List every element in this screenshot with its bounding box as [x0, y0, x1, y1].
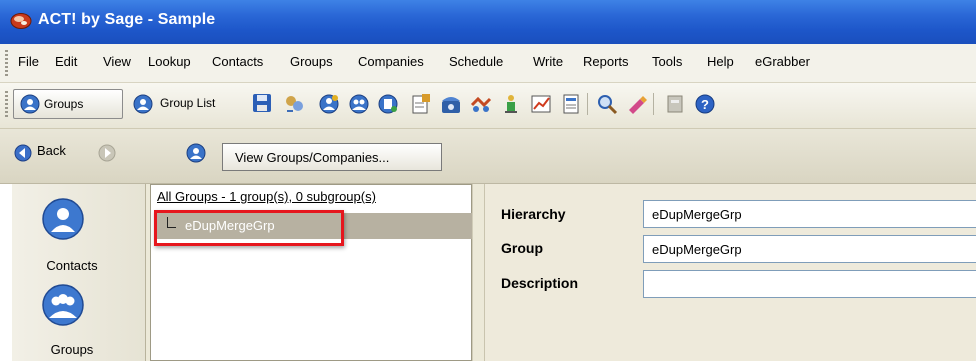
- print-icon[interactable]: [664, 93, 686, 115]
- menu-egrabber[interactable]: eGrabber: [755, 54, 810, 69]
- edit-icon[interactable]: [626, 93, 648, 115]
- tree-root[interactable]: All Groups - 1 group(s), 0 subgroup(s): [157, 189, 376, 204]
- document-icon[interactable]: [560, 93, 582, 115]
- chart-icon[interactable]: [530, 93, 552, 115]
- forward-arrow-icon[interactable]: [98, 144, 116, 162]
- hierarchy-label: Hierarchy: [501, 206, 566, 222]
- menu-companies[interactable]: Companies: [358, 54, 424, 69]
- search-icon[interactable]: [596, 93, 618, 115]
- view-groups-companies-label: View Groups/Companies...: [235, 150, 390, 165]
- group-label: Group: [501, 240, 543, 256]
- back-arrow-icon[interactable]: [14, 144, 32, 162]
- nav-sidebar: Contacts Groups: [0, 184, 146, 361]
- menu-groups[interactable]: Groups: [290, 54, 333, 69]
- description-label: Description: [501, 275, 579, 291]
- menu-bar: File Edit View Lookup Contacts Groups Co…: [0, 44, 976, 83]
- groups-icon: [20, 94, 40, 114]
- help-icon[interactable]: ?: [694, 93, 716, 115]
- group-members-icon[interactable]: [283, 93, 305, 115]
- toolbar-grip: [5, 91, 8, 119]
- menu-view[interactable]: View: [103, 54, 131, 69]
- group-field[interactable]: eDupMergeGrp: [643, 235, 976, 263]
- groups-view-button[interactable]: Groups: [13, 89, 123, 119]
- act-logo-icon: [10, 12, 32, 30]
- menu-grip: [5, 50, 8, 76]
- highlight-annotation: [154, 210, 344, 246]
- group-list-icon[interactable]: [132, 93, 154, 115]
- menu-file[interactable]: File: [18, 54, 39, 69]
- svg-text:?: ?: [701, 97, 709, 112]
- menu-schedule[interactable]: Schedule: [449, 54, 503, 69]
- sidebar-edge: [0, 184, 12, 361]
- menu-write[interactable]: Write: [533, 54, 563, 69]
- window-title: ACT! by Sage - Sample: [38, 11, 216, 28]
- notes-icon[interactable]: [410, 93, 432, 115]
- menu-help[interactable]: Help: [707, 54, 734, 69]
- meeting-icon[interactable]: [470, 93, 492, 115]
- menu-edit[interactable]: Edit: [55, 54, 77, 69]
- menu-tools[interactable]: Tools: [652, 54, 682, 69]
- group-detail-panel: Hierarchy eDupMergeGrp Group eDupMergeGr…: [484, 184, 976, 361]
- app-window: ACT! by Sage - Sample File Edit View Loo…: [0, 0, 976, 361]
- menu-contacts[interactable]: Contacts: [212, 54, 263, 69]
- company-icon[interactable]: [377, 93, 399, 115]
- phone-icon[interactable]: [440, 93, 462, 115]
- sidebar-groups-label[interactable]: Groups: [22, 342, 122, 357]
- group-nav-icon[interactable]: [186, 143, 206, 163]
- groups-nav-icon[interactable]: [42, 284, 84, 326]
- title-bar[interactable]: ACT! by Sage - Sample: [0, 0, 976, 44]
- toolbar-separator: [653, 93, 654, 115]
- hierarchy-field[interactable]: eDupMergeGrp: [643, 200, 976, 228]
- view-groups-companies-button[interactable]: View Groups/Companies...: [222, 143, 442, 171]
- sidebar-contacts-label[interactable]: Contacts: [22, 258, 122, 273]
- toolbar-separator: [587, 93, 588, 115]
- groups-tree: All Groups - 1 group(s), 0 subgroup(s) e…: [150, 184, 473, 361]
- navigation-bar: Back View Groups/Companies...: [0, 129, 976, 184]
- todo-icon[interactable]: [500, 93, 522, 115]
- back-button[interactable]: Back: [37, 143, 66, 158]
- groups-button-label: Groups: [44, 97, 84, 111]
- contact-icon[interactable]: [318, 93, 340, 115]
- contacts-nav-icon[interactable]: [42, 198, 84, 240]
- group-list-label[interactable]: Group List: [160, 96, 215, 110]
- save-icon[interactable]: [252, 93, 274, 115]
- toolbar: Groups Group List ?: [0, 83, 976, 129]
- menu-reports[interactable]: Reports: [583, 54, 629, 69]
- group-icon[interactable]: [348, 93, 370, 115]
- description-field[interactable]: [643, 270, 976, 298]
- menu-lookup[interactable]: Lookup: [148, 54, 191, 69]
